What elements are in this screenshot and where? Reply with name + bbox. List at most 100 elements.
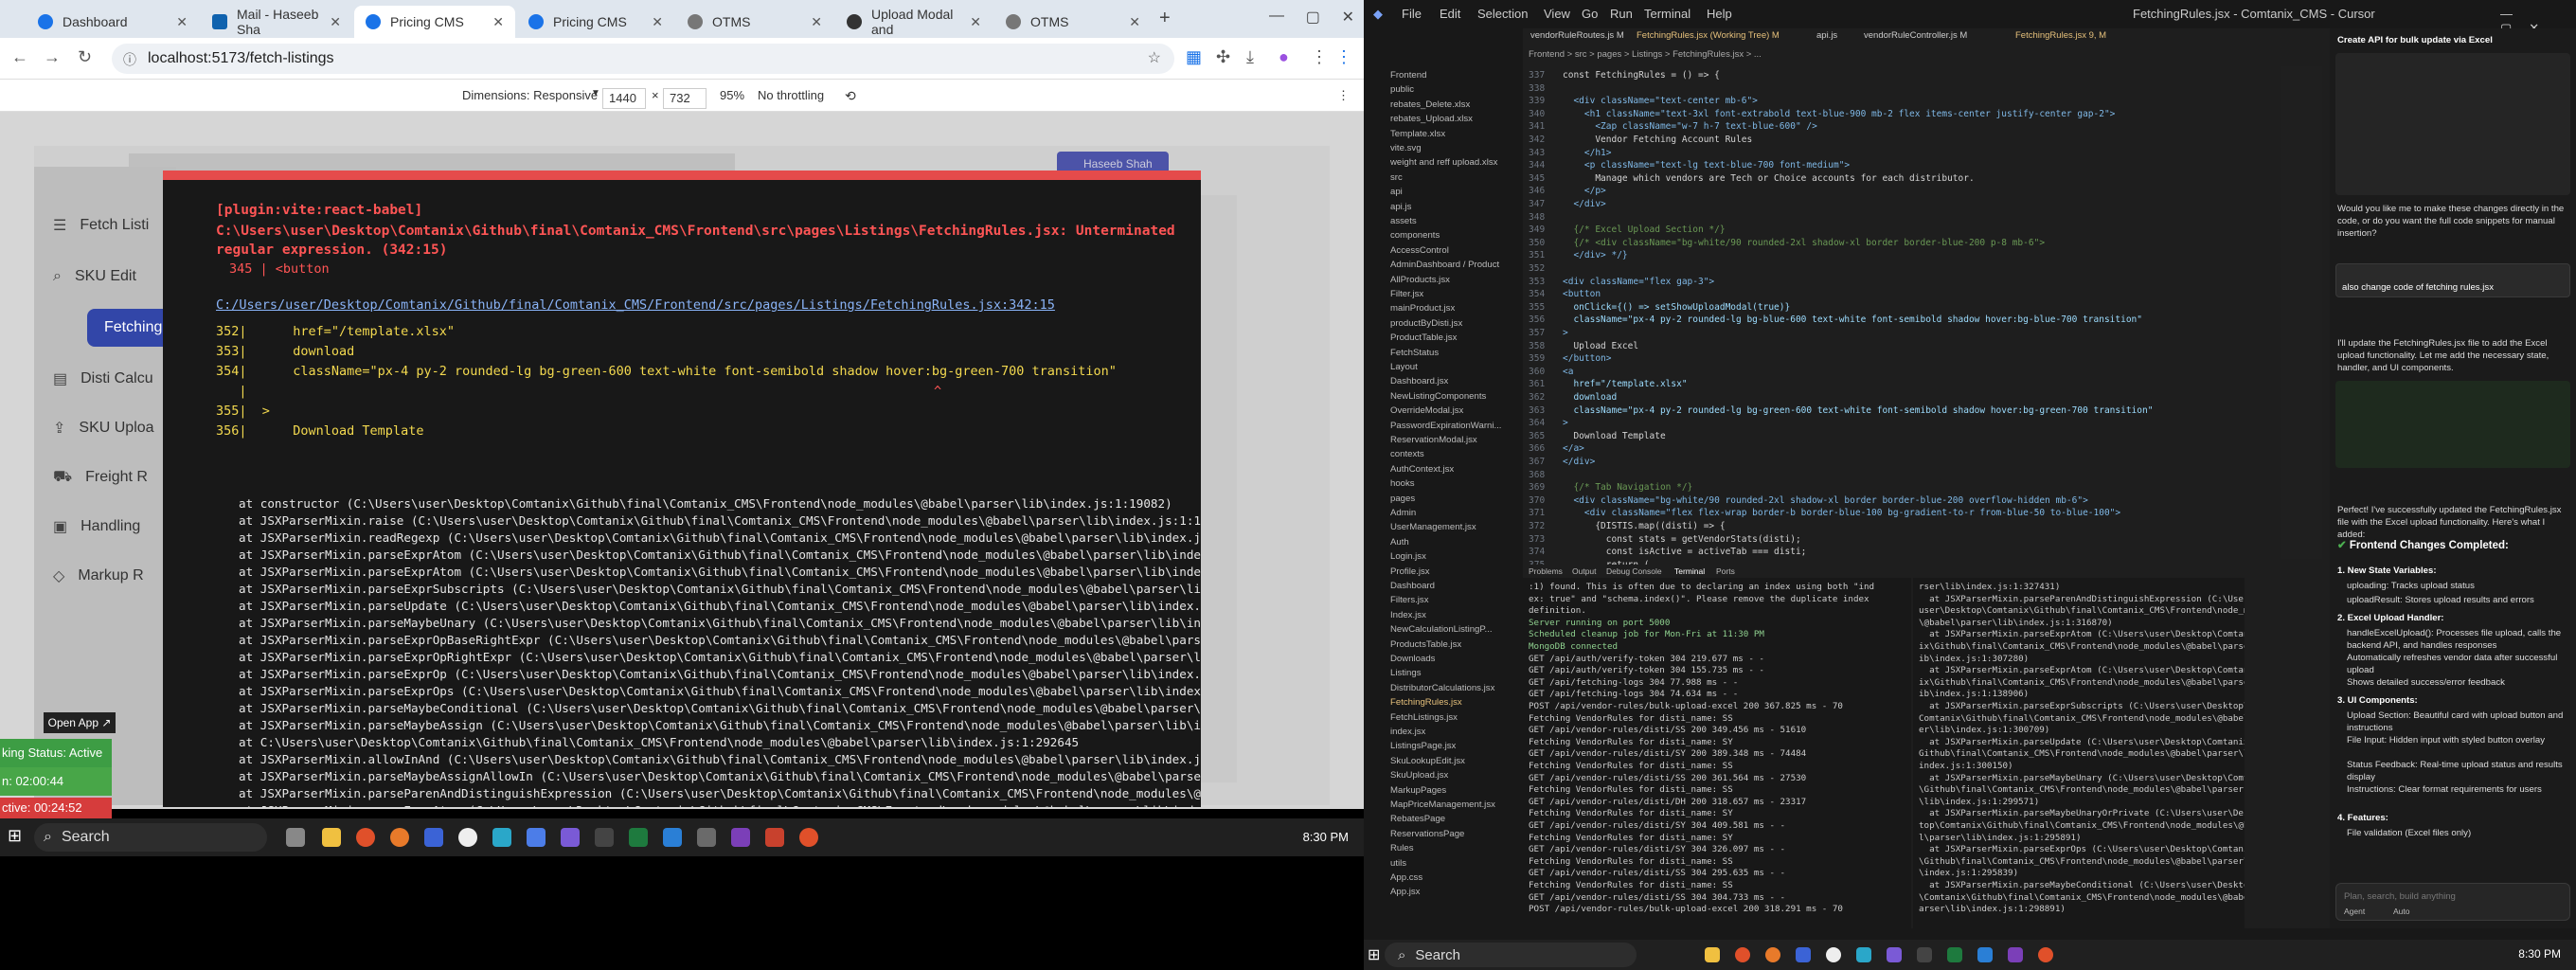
windows-start-icon[interactable]: ⊞ [1368, 945, 1380, 964]
explorer-item[interactable]: DistributorCalculations.jsx [1390, 683, 1494, 693]
chrome-icon[interactable] [2038, 947, 2053, 962]
minimap[interactable] [2281, 66, 2322, 559]
chrome-icon[interactable] [799, 828, 818, 847]
tab-mail[interactable]: Mail - Haseeb Sha ✕ [201, 6, 352, 38]
explorer-item[interactable]: AccessControl [1390, 245, 1449, 256]
explorer-item[interactable]: Auth [1390, 537, 1409, 548]
explorer-item[interactable]: AdminDashboard / Product [1390, 260, 1499, 270]
explorer-item[interactable]: src [1390, 172, 1403, 183]
explorer-item[interactable]: ProductsTable.jsx [1390, 639, 1461, 650]
explorer-item[interactable]: RebatesPage [1390, 814, 1445, 824]
explorer-item[interactable]: MarkupPages [1390, 785, 1446, 796]
explorer-item[interactable]: App.jsx [1390, 887, 1420, 897]
menu-run[interactable]: Run [1610, 7, 1633, 21]
extension-icon[interactable]: ▦ [1186, 47, 1202, 67]
explorer-item[interactable]: App.css [1390, 872, 1422, 883]
explorer-item[interactable]: AllProducts.jsx [1390, 275, 1450, 285]
explorer-item[interactable]: SkuLookupEdit.jsx [1390, 756, 1465, 766]
app-icon[interactable] [458, 828, 477, 847]
chrome-menu-icon[interactable]: ⋮ [1311, 47, 1328, 67]
explorer-item[interactable]: Login.jsx [1390, 551, 1426, 562]
explorer-item[interactable]: Rules [1390, 843, 1414, 853]
tab-otms-2[interactable]: OTMS ✕ [994, 6, 1152, 38]
explorer-item[interactable]: FetchStatus [1390, 348, 1439, 358]
zoom-icon[interactable] [1796, 947, 1811, 962]
onenote-icon[interactable] [731, 828, 750, 847]
explorer-item[interactable]: FetchListings.jsx [1390, 712, 1458, 723]
file-explorer-icon[interactable] [1705, 947, 1720, 962]
tab-output[interactable]: Output [1572, 566, 1597, 576]
editor-tab-active[interactable]: FetchingRules.jsx 9, M [2015, 30, 2106, 47]
taskbar-search[interactable]: ⌕ Search [1385, 943, 1637, 967]
app-icon[interactable] [1887, 947, 1902, 962]
explorer-item[interactable]: mainProduct.jsx [1390, 303, 1455, 314]
zoom-icon[interactable] [424, 828, 443, 847]
explorer-item[interactable]: utils [1390, 858, 1406, 869]
excel-icon[interactable] [629, 828, 648, 847]
app-icon[interactable] [765, 828, 784, 847]
explorer-item[interactable]: ReservationsPage [1390, 829, 1464, 839]
explorer-item[interactable]: Frontend [1390, 70, 1426, 81]
menu-go[interactable]: Go [1582, 7, 1598, 21]
model-dropdown[interactable]: Auto [2393, 907, 2410, 916]
chat-input[interactable]: Plan, search, build anything Agent Auto [2335, 883, 2570, 921]
site-info-icon[interactable]: ⓘ [123, 50, 136, 69]
explorer-item[interactable]: ProductTable.jsx [1390, 332, 1457, 343]
explorer-item[interactable]: NewListingComponents [1390, 391, 1486, 402]
explorer-item[interactable]: UserManagement.jsx [1390, 522, 1476, 532]
explorer-item[interactable]: ListingsPage.jsx [1390, 741, 1456, 751]
zoom-dropdown[interactable]: 95% [720, 88, 744, 102]
explorer-item[interactable]: index.jsx [1390, 727, 1425, 737]
explorer-item[interactable]: vite.svg [1390, 143, 1422, 153]
windows-start-icon[interactable]: ⊞ [8, 826, 22, 846]
tab-otms[interactable]: OTMS ✕ [676, 6, 833, 38]
close-icon[interactable]: ✕ [811, 14, 822, 30]
excel-icon[interactable] [1947, 947, 1962, 962]
breadcrumb[interactable]: Frontend > src > pages > Listings > Fetc… [1529, 49, 1762, 63]
tab-debug-console[interactable]: Debug Console [1606, 566, 1662, 576]
explorer-item[interactable]: pages [1390, 494, 1415, 504]
throttle-dropdown[interactable]: No throttling [758, 88, 824, 102]
explorer-item[interactable]: MapPriceManagement.jsx [1390, 799, 1495, 810]
tab-pricing-cms[interactable]: Pricing CMS ✕ [517, 6, 674, 38]
explorer-item[interactable]: rebates_Delete.xlsx [1390, 99, 1470, 110]
close-icon[interactable]: ✕ [652, 14, 663, 30]
editor-tab[interactable]: vendorRuleController.js M [1864, 30, 1967, 47]
explorer-item[interactable]: components [1390, 230, 1440, 241]
tab-upload-modal[interactable]: Upload Modal and ✕ [835, 6, 993, 38]
window-controls[interactable]: — ▢ ✕ [1269, 8, 1354, 27]
tab-pricing-cms-active[interactable]: Pricing CMS ✕ [354, 6, 515, 38]
app-icon[interactable] [1856, 947, 1871, 962]
address-bar[interactable]: ⓘ localhost:5173/fetch-listings ☆ [112, 44, 1174, 74]
firefox-icon[interactable] [1765, 947, 1780, 962]
explorer-item[interactable]: Profile.jsx [1390, 566, 1430, 577]
explorer-item[interactable]: Dashboard.jsx [1390, 376, 1448, 386]
forward-arrow-icon[interactable]: → [44, 47, 61, 67]
explorer-item[interactable]: Listings [1390, 668, 1422, 678]
explorer-item[interactable]: hooks [1390, 478, 1415, 489]
menu-view[interactable]: View [1544, 7, 1570, 21]
menu-help[interactable]: Help [1707, 7, 1732, 21]
download-icon[interactable]: ⤓ [1246, 47, 1254, 67]
editor-tab[interactable]: vendorRuleRoutes.js M [1530, 30, 1624, 47]
maximize-icon[interactable]: ▢ [1306, 8, 1320, 27]
app-icon[interactable] [492, 828, 511, 847]
menu-edit[interactable]: Edit [1440, 7, 1460, 21]
taskbar-search[interactable]: ⌕ Search [34, 823, 267, 852]
explorer-item[interactable]: Admin [1390, 508, 1416, 518]
menu-terminal[interactable]: Terminal [1644, 7, 1690, 21]
explorer-item[interactable]: rebates_Upload.xlsx [1390, 114, 1473, 124]
terminal-frontend[interactable]: rser\lib\index.js:1:327431) at JSXParser… [1913, 578, 2245, 928]
close-icon[interactable]: ✕ [176, 14, 188, 30]
file-explorer-icon[interactable] [322, 828, 341, 847]
puzzle-icon[interactable]: ✣ [1216, 47, 1230, 67]
explorer-item[interactable]: public [1390, 84, 1414, 95]
terminal-backend[interactable]: :1) found. This is often due to declarin… [1523, 578, 1911, 928]
close-icon[interactable]: ✕ [492, 14, 504, 30]
rotate-icon[interactable]: ⟲ [845, 88, 856, 104]
firefox-icon[interactable] [390, 828, 409, 847]
new-tab-plus-icon[interactable]: + [1159, 8, 1171, 29]
onenote-icon[interactable] [2008, 947, 2023, 962]
app-icon[interactable] [527, 828, 546, 847]
open-app-button[interactable]: Open App ↗ [44, 712, 116, 733]
